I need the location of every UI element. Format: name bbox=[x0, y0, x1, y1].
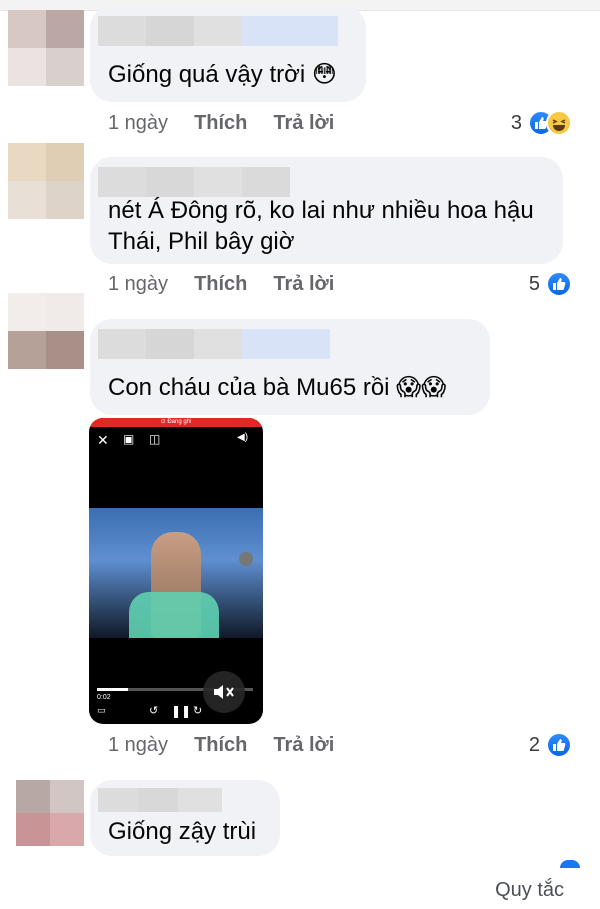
rules-link[interactable]: Quy tắc bbox=[495, 879, 564, 902]
reaction-count: 3 bbox=[510, 111, 522, 134]
reaction-count: 5 bbox=[528, 272, 540, 295]
pause-icon[interactable]: ❚❚ bbox=[171, 704, 191, 718]
comment-text-line: nét Á Đông rõ, ko lai như nhiều hoa hậu bbox=[108, 197, 534, 224]
scrub-handle-icon[interactable] bbox=[239, 552, 253, 566]
video-dress bbox=[129, 592, 219, 638]
like-icon bbox=[560, 860, 580, 868]
reaction-summary[interactable]: 2 bbox=[529, 730, 572, 760]
video-progress-fill bbox=[97, 688, 129, 691]
video-attachment[interactable]: ⊙ Đang ghi ✕ ▣ ◫ ◀) 0:02 ▭ ↺ ❚❚ ↻ bbox=[89, 418, 263, 724]
video-frame bbox=[89, 508, 263, 638]
comment-bubble: Giống zậy trùi bbox=[90, 780, 280, 856]
reply-link[interactable]: Trả lời bbox=[273, 734, 334, 757]
comment-time[interactable]: 1 ngày bbox=[108, 734, 168, 757]
forward-icon[interactable]: ↻ bbox=[193, 704, 202, 717]
like-link[interactable]: Thích bbox=[194, 112, 247, 135]
like-icon bbox=[546, 271, 572, 297]
avatar[interactable] bbox=[8, 143, 84, 219]
volume-icon[interactable]: ◀) bbox=[237, 432, 248, 443]
reply-link[interactable]: Trả lời bbox=[273, 112, 334, 135]
comment-text: Con cháu của bà Mu65 rồi 😱😱 bbox=[108, 374, 447, 401]
comment-actions: 1 ngày Thích Trả lời bbox=[108, 731, 360, 759]
comment-text: Giống zậy trùi bbox=[108, 818, 257, 845]
like-icon bbox=[546, 732, 572, 758]
reaction-summary[interactable]: 5 bbox=[529, 269, 572, 299]
comment-bubble: Con cháu của bà Mu65 rồi 😱😱 bbox=[90, 319, 490, 415]
avatar[interactable] bbox=[16, 780, 84, 846]
author-name-blurred[interactable] bbox=[98, 329, 330, 359]
comment-actions: 1 ngày Thích Trả lời bbox=[108, 109, 360, 137]
elapsed-time: 0:02 bbox=[97, 694, 111, 701]
comment-text: Giống quá vậy trời 😳 bbox=[108, 61, 337, 88]
recording-label: ⊙ Đang ghi bbox=[160, 419, 192, 425]
author-name-blurred[interactable] bbox=[98, 167, 290, 197]
author-name-blurred[interactable] bbox=[98, 788, 222, 812]
comment-text-line: Thái, Phil bây giờ bbox=[108, 228, 295, 255]
mute-button[interactable] bbox=[203, 671, 245, 713]
close-icon[interactable]: ✕ bbox=[97, 432, 109, 449]
reaction-count: 2 bbox=[528, 733, 540, 756]
recording-bar: ⊙ Đang ghi bbox=[89, 418, 263, 427]
comment-time[interactable]: 1 ngày bbox=[108, 112, 168, 135]
rewind-icon[interactable]: ↺ bbox=[149, 704, 158, 717]
comment-bubble: Giống quá vậy trời 😳 bbox=[90, 6, 366, 102]
reply-link[interactable]: Trả lời bbox=[273, 273, 334, 296]
like-link[interactable]: Thích bbox=[194, 273, 247, 296]
author-name-blurred[interactable] bbox=[98, 16, 338, 46]
comment-time[interactable]: 1 ngày bbox=[108, 273, 168, 296]
like-link[interactable]: Thích bbox=[194, 734, 247, 757]
reaction-summary[interactable]: 3 bbox=[511, 108, 572, 138]
muted-speaker-icon bbox=[214, 685, 234, 699]
split-view-icon[interactable]: ◫ bbox=[149, 432, 160, 446]
haha-icon bbox=[546, 110, 572, 136]
pip-icon[interactable]: ▣ bbox=[123, 432, 134, 446]
comment-actions: 1 ngày Thích Trả lời bbox=[108, 270, 360, 298]
comment-bubble: nét Á Đông rõ, ko lai như nhiều hoa hậu … bbox=[90, 157, 563, 264]
airplay-icon[interactable]: ▭ bbox=[97, 705, 106, 716]
avatar[interactable] bbox=[8, 10, 84, 86]
avatar[interactable] bbox=[8, 293, 84, 369]
